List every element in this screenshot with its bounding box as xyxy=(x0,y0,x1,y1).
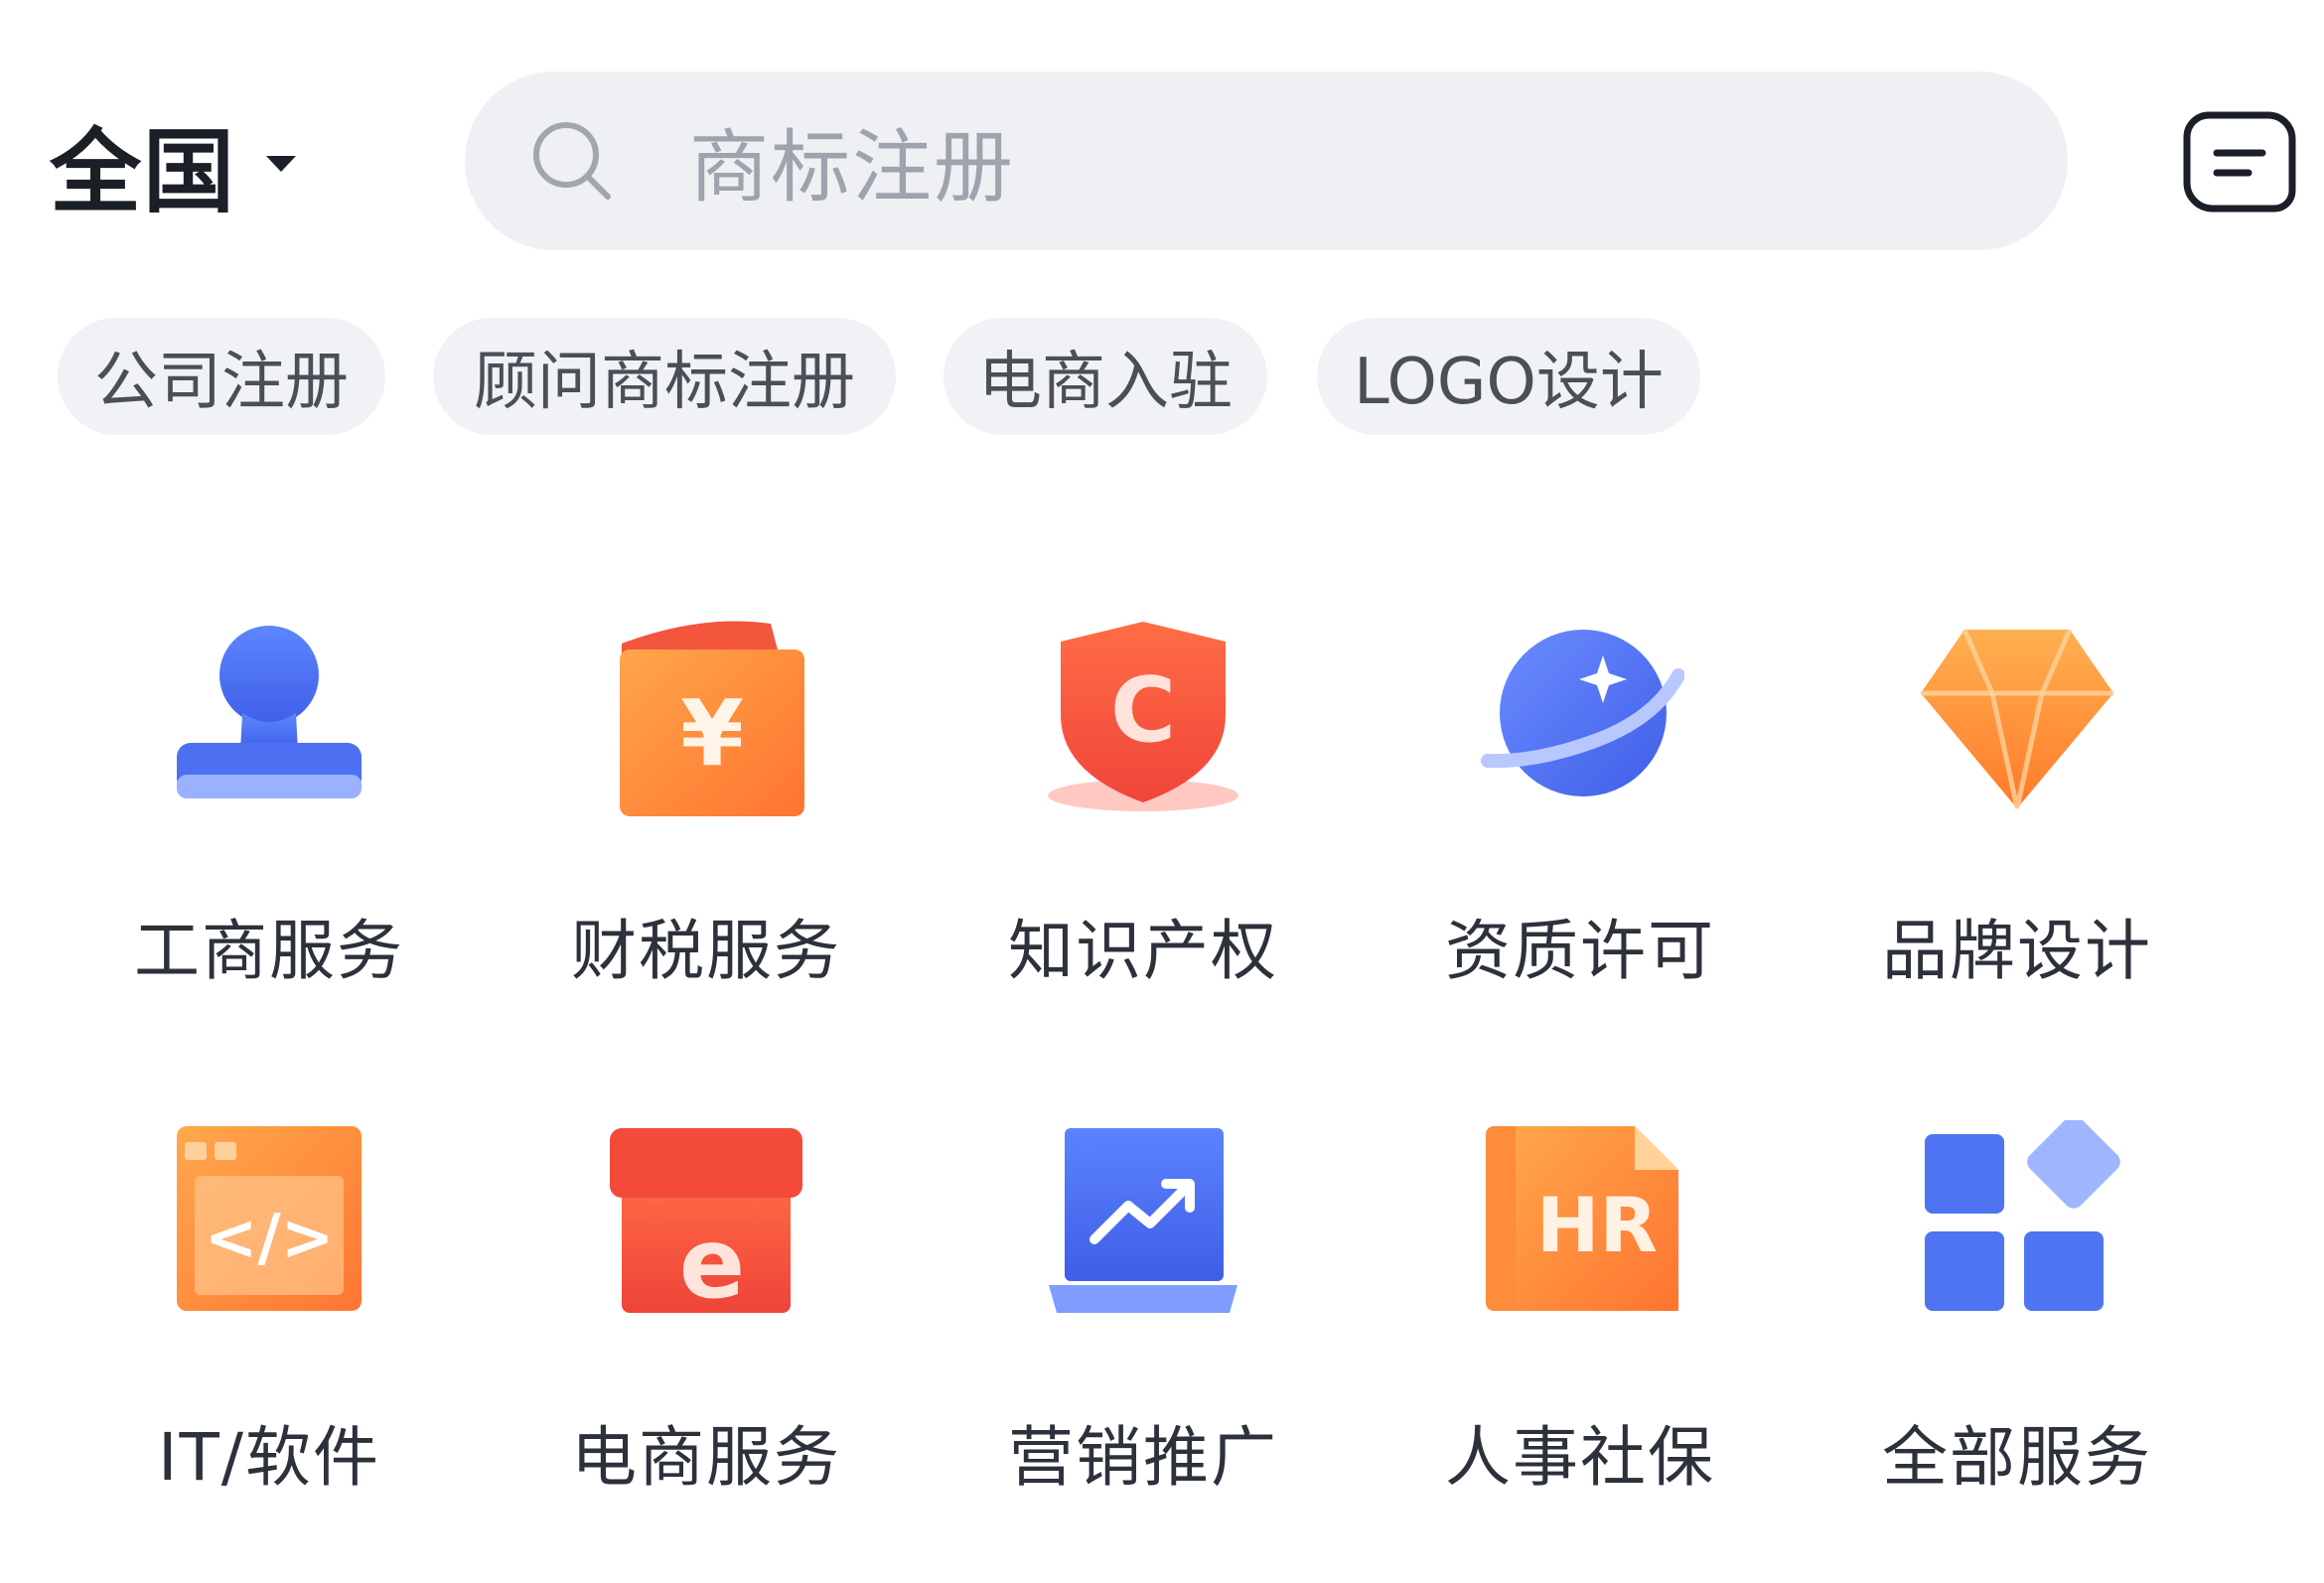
search-icon xyxy=(533,122,611,200)
category-intellectual-property[interactable]: C 知识产权 xyxy=(935,614,1352,1031)
all-services-grid-icon xyxy=(1925,1120,2120,1311)
yuan-wallet-icon: ¥ xyxy=(620,621,804,816)
tag-logo-design[interactable]: LOGO设计 xyxy=(1317,318,1700,435)
svg-text:e: e xyxy=(679,1208,745,1321)
svg-text:HR: HR xyxy=(1536,1181,1658,1269)
tag-ecommerce-entry[interactable]: 电商入驻 xyxy=(944,318,1267,435)
svg-text:</>: </> xyxy=(205,1202,335,1275)
category-label: 全部服务 xyxy=(1882,1419,2152,1496)
category-label: 人事社保 xyxy=(1445,1419,1715,1496)
category-label: 资质许可 xyxy=(1445,913,1715,989)
message-icon[interactable] xyxy=(2179,107,2298,216)
code-window-icon: </> xyxy=(177,1126,362,1311)
category-business-services[interactable]: 工商服务 xyxy=(61,614,478,1031)
svg-text:C: C xyxy=(1110,658,1176,763)
trend-laptop-icon xyxy=(1049,1128,1237,1313)
person-stamp-icon xyxy=(177,626,362,798)
svg-text:¥: ¥ xyxy=(680,680,744,787)
region-selector[interactable]: 全国 xyxy=(50,99,297,228)
category-label: 品牌设计 xyxy=(1882,913,2152,989)
category-label: 财税服务 xyxy=(571,913,841,989)
category-it-software[interactable]: </> IT/软件 xyxy=(61,1120,478,1537)
planet-icon xyxy=(1481,630,1684,796)
category-label: 电商服务 xyxy=(571,1419,841,1496)
category-label: 营销推广 xyxy=(1008,1419,1278,1496)
copyright-shield-icon: C xyxy=(1048,622,1238,811)
category-qualification-license[interactable]: 资质许可 xyxy=(1372,614,1789,1031)
hr-document-icon: HR xyxy=(1486,1126,1678,1311)
diamond-icon xyxy=(1921,628,2113,809)
search-bar[interactable]: 商标注册 xyxy=(465,72,2068,250)
category-finance-tax[interactable]: ¥ 财税服务 xyxy=(498,614,915,1031)
ecommerce-shop-icon: e xyxy=(610,1128,802,1321)
category-marketing[interactable]: 营销推广 xyxy=(935,1120,1352,1537)
category-hr-social-security[interactable]: HR 人事社保 xyxy=(1372,1120,1789,1537)
category-label: 工商服务 xyxy=(134,913,404,989)
caret-down-icon xyxy=(266,156,297,172)
category-label: 知识产权 xyxy=(1008,913,1278,989)
region-label: 全国 xyxy=(50,118,237,225)
category-label: IT/软件 xyxy=(157,1419,381,1496)
category-ecommerce-services[interactable]: e 电商服务 xyxy=(498,1120,915,1537)
search-placeholder: 商标注册 xyxy=(689,121,1015,214)
tag-company-registration[interactable]: 公司注册 xyxy=(58,318,385,435)
tag-trademark-consultant[interactable]: 顾问商标注册 xyxy=(433,318,896,435)
category-all-services[interactable]: 全部服务 xyxy=(1809,1120,2226,1537)
category-brand-design[interactable]: 品牌设计 xyxy=(1809,614,2226,1031)
